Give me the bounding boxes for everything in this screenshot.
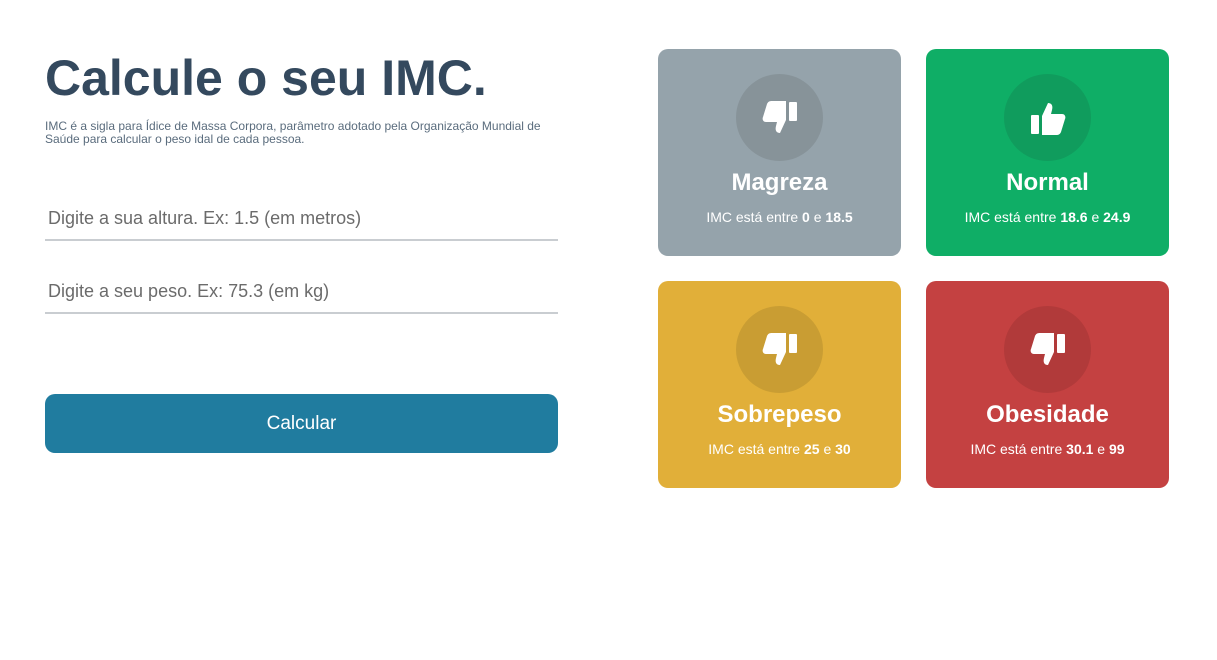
height-field bbox=[45, 198, 558, 241]
calculator-form: Calcule o seu IMC. IMC é a sigla para Íd… bbox=[45, 50, 558, 314]
range-min: 25 bbox=[803, 441, 820, 457]
range-joiner: e bbox=[1097, 441, 1106, 457]
card-normal: Normal IMC está entre 18.6 e 24.9 bbox=[926, 49, 1169, 256]
height-input[interactable] bbox=[45, 198, 558, 238]
card-title: Magreza bbox=[731, 169, 828, 196]
thumbs-down-icon bbox=[1030, 332, 1065, 365]
card-range: IMC está entre 30.1 e 99 bbox=[926, 440, 1169, 458]
weight-field bbox=[45, 271, 558, 314]
range-min: 0 bbox=[802, 209, 810, 225]
page-description: IMC é a sigla para Ídice de Massa Corpor… bbox=[45, 119, 541, 146]
range-max: 99 bbox=[1108, 441, 1125, 457]
page-title: Calcule o seu IMC. bbox=[45, 50, 487, 106]
range-joiner: e bbox=[813, 209, 822, 225]
page: Calcule o seu IMC. IMC é a sigla para Íd… bbox=[0, 0, 1217, 660]
card-icon-circle bbox=[736, 306, 823, 393]
card-obesidade: Obesidade IMC está entre 30.1 e 99 bbox=[926, 281, 1169, 488]
card-title: Obesidade bbox=[986, 401, 1109, 428]
range-prefix: IMC está entre bbox=[964, 209, 1057, 225]
thumbs-down-icon bbox=[762, 332, 797, 365]
range-prefix: IMC está entre bbox=[706, 209, 799, 225]
card-range: IMC está entre 18.6 e 24.9 bbox=[926, 208, 1169, 226]
weight-input[interactable] bbox=[45, 271, 558, 311]
card-range: IMC está entre 25 e 30 bbox=[658, 440, 901, 458]
card-title: Normal bbox=[1006, 169, 1089, 196]
card-icon-circle bbox=[1004, 306, 1091, 393]
thumbs-down-icon bbox=[762, 100, 797, 133]
range-min: 30.1 bbox=[1066, 441, 1094, 457]
card-magreza: Magreza IMC está entre 0 e 18.5 bbox=[658, 49, 901, 256]
range-prefix: IMC está entre bbox=[970, 441, 1063, 457]
card-icon-circle bbox=[736, 74, 823, 161]
card-range: IMC está entre 0 e 18.5 bbox=[658, 208, 901, 226]
range-joiner: e bbox=[823, 441, 832, 457]
card-sobrepeso: Sobrepeso IMC está entre 25 e 30 bbox=[658, 281, 901, 488]
thumbs-up-icon bbox=[1030, 102, 1065, 135]
range-max: 24.9 bbox=[1103, 209, 1131, 225]
card-icon-circle bbox=[1004, 74, 1091, 161]
range-joiner: e bbox=[1091, 209, 1100, 225]
range-prefix: IMC está entre bbox=[708, 441, 801, 457]
range-max: 18.5 bbox=[825, 209, 853, 225]
range-min: 18.6 bbox=[1060, 209, 1088, 225]
range-max: 30 bbox=[835, 441, 851, 457]
card-title: Sobrepeso bbox=[717, 401, 842, 428]
calculate-button[interactable]: Calcular bbox=[45, 394, 558, 453]
